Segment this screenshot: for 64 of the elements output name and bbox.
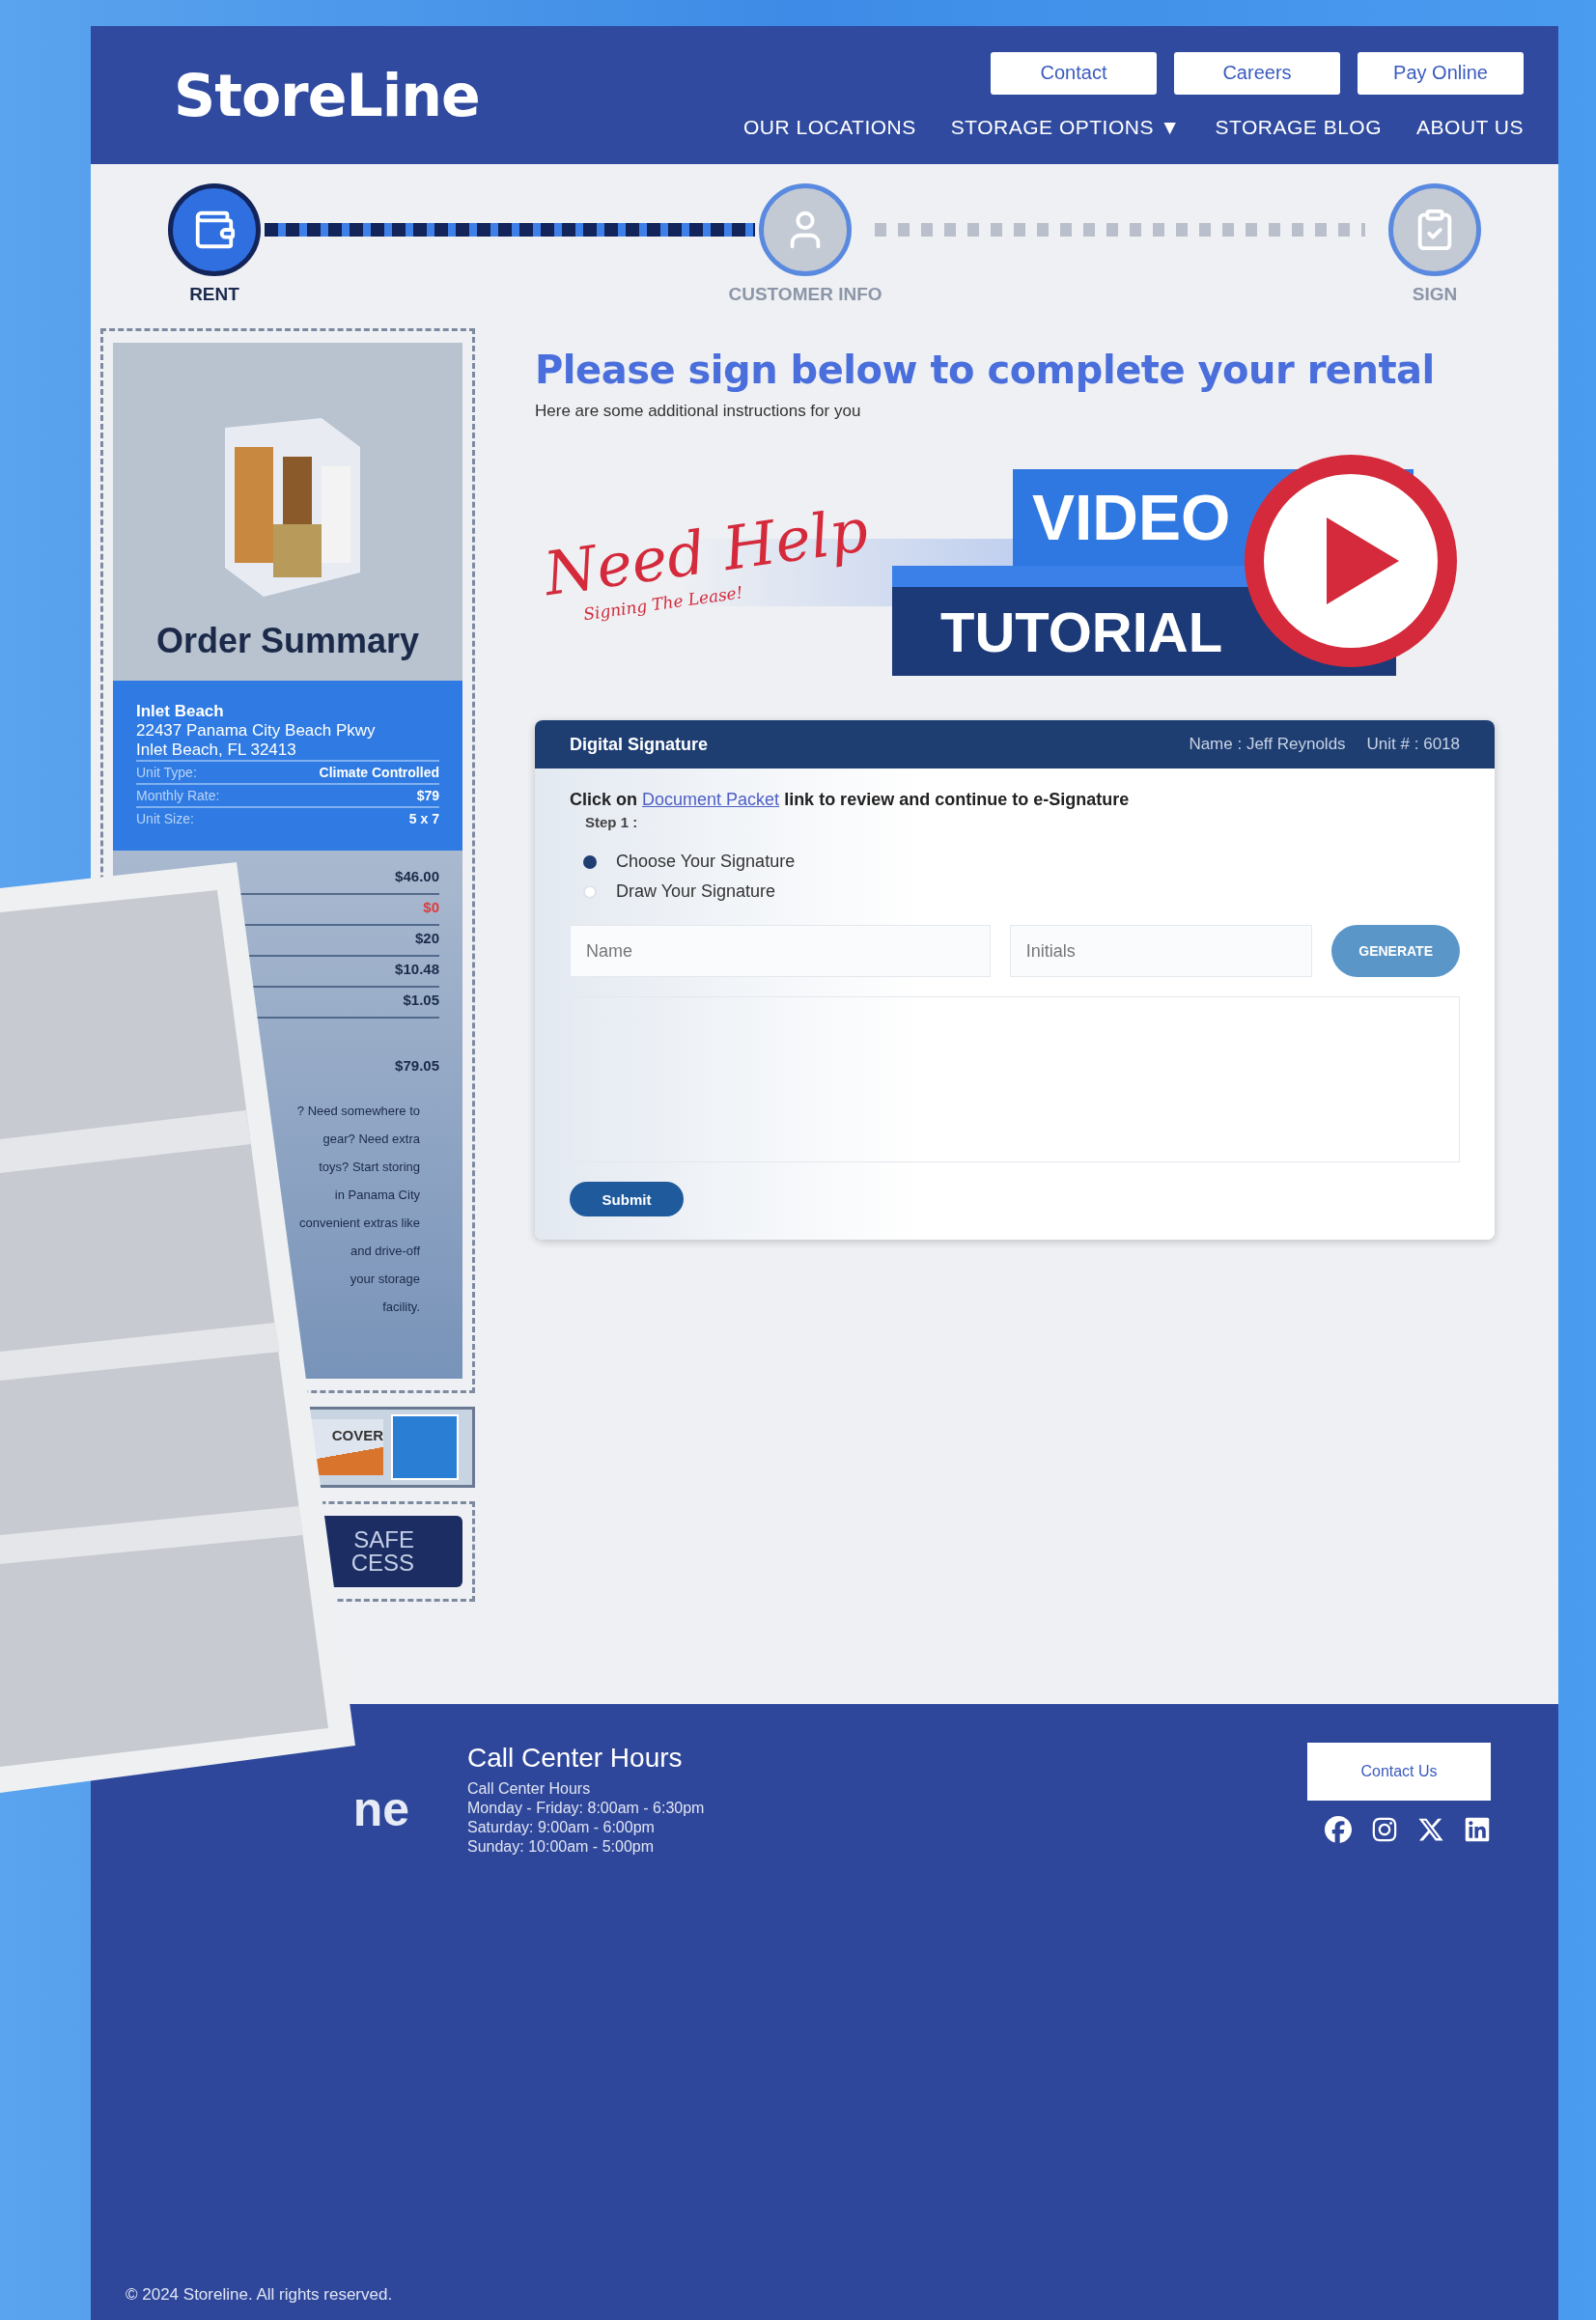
instruction-text: Click on Document Packet link to review and continue to e-Signature [570,790,1131,810]
linkedin-icon[interactable] [1464,1816,1491,1843]
x-icon[interactable] [1417,1816,1444,1843]
page-title: Please sign below to complete your rental [535,348,1436,392]
charge-value: $46.00 [395,868,439,886]
charge-value: $1.05 [403,992,439,1010]
header-button[interactable]: Pay Online [1358,51,1524,95]
submit-button[interactable]: Submit [570,1182,684,1216]
step-label: CUSTOMER INFO [728,284,882,305]
nav-link[interactable]: STORAGE BLOG [1215,115,1383,139]
note-text: gear? Need extra [322,1132,420,1146]
detail-label: Unit Size: [136,811,194,826]
document-packet-link[interactable]: Document Packet [642,790,780,809]
copyright-text: © 2024 Storeline. All rights reserved. [126,2285,394,2305]
address-line: Inlet Beach, FL 32413 [136,741,297,760]
charge-value: $10.48 [395,961,439,979]
step-text: Step 1 : [585,814,639,830]
note-text: ? Need somewhere to [296,1104,420,1118]
hours-title: Call Center Hours [467,1743,684,1774]
note-text: in Panama City [334,1188,420,1202]
charge-value: $20 [414,930,439,948]
signature-option[interactable]: Draw Your Signature [583,881,1460,902]
detail-value: 5 x 7 [408,811,439,826]
total-value: $79.05 [395,1057,439,1074]
facebook-icon[interactable] [1325,1816,1352,1843]
unit-number: Unit # : 6018 [1366,735,1460,754]
detail-label: Monthly Rate: [136,788,220,803]
nav-link[interactable]: STORAGE OPTIONS ▼ [950,115,1181,139]
badge-text: CESS [350,1551,414,1575]
detail-value: Climate Controlled [319,765,439,780]
location-name: Inlet Beach [136,702,225,721]
instagram-icon[interactable] [1371,1816,1398,1843]
signature-title: Digital Signature [570,734,708,755]
note-text: and drive-off [350,1244,420,1258]
detail-label: Unit Type: [136,765,197,780]
initials-field[interactable]: Initials [1009,925,1313,977]
hours-line: Call Center Hours [467,1779,592,1799]
nav-link[interactable]: ABOUT US [1416,115,1524,139]
hours-line: Monday - Friday: 8:00am - 6:30pm [467,1799,705,1818]
name-field[interactable]: Name [570,925,991,977]
step-label: RENT [189,284,239,305]
amex-card [391,1414,459,1480]
badge-text: SAFE [353,1528,414,1551]
nav-link[interactable]: OUR LOCATIONS [742,115,916,139]
radio-dot[interactable] [583,854,597,869]
footer-logo: ne [351,1781,409,1837]
address-line: 22437 Panama City Beach Pkwy [136,721,377,741]
step-label: SIGN [1412,284,1458,305]
contact-us-button[interactable]: Contact Us [1307,1743,1491,1801]
note-text: convenient extras like [299,1216,420,1230]
logo[interactable]: StoreLine [174,61,480,129]
note-text: your storage [350,1272,420,1286]
page-subtitle: Here are some additional instructions for you [535,402,862,421]
hours-line: Saturday: 9:00am - 6:00pm [467,1818,656,1837]
note-text: facility. [382,1300,420,1314]
header-button[interactable]: Careers [1174,51,1340,95]
detail-value: $79 [416,788,439,803]
note-text: toys? Start storing [319,1160,420,1174]
charge-value: $0 [423,899,439,917]
header-button[interactable]: Contact [991,51,1157,95]
hours-line: Sunday: 10:00am - 5:00pm [467,1837,655,1857]
signature-option[interactable]: Choose Your Signature [583,852,1460,872]
customer-name: Name : Jeff Reynolds [1189,735,1346,754]
order-summary-title: Order Summary [155,621,420,661]
